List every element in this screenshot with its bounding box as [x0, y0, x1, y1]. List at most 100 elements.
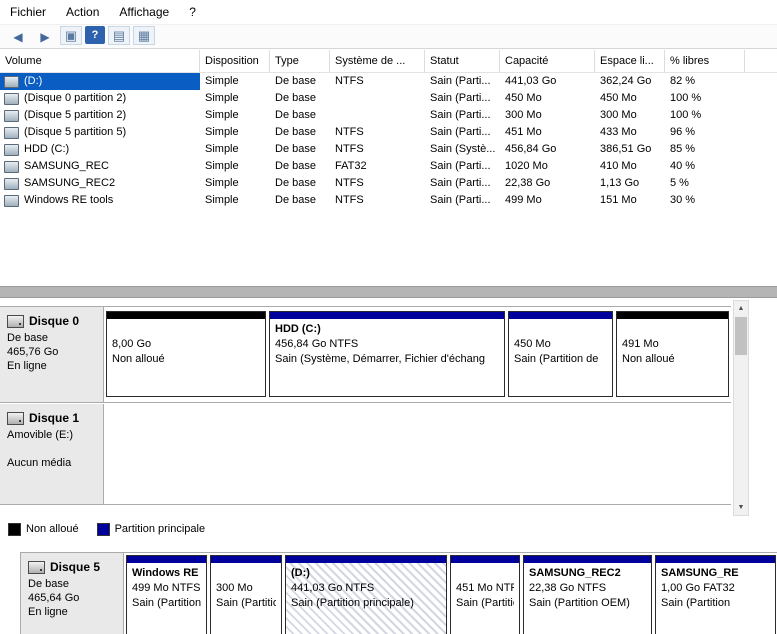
column-header-1[interactable]: Disposition — [200, 50, 270, 72]
column-header-4[interactable]: Statut — [425, 50, 500, 72]
menu-item-help[interactable]: ? — [179, 0, 206, 24]
partition-text: 300 Mo Sain (Partitio — [211, 563, 281, 614]
partition-status: Sain (Partition OEM) — [529, 597, 630, 609]
partition-box[interactable]: HDD (C:) 456,84 Go NTFS Sain (Système, Dém… — [269, 311, 505, 397]
partition-name: (D:) — [291, 567, 310, 579]
table-row[interactable]: (Disque 5 partition 5) Simple De base NTFS S… — [0, 124, 777, 141]
partition-color-bar — [286, 556, 446, 563]
vertical-scrollbar[interactable]: ▲ ▼ — [733, 300, 749, 516]
partitions-area: Windows RE 499 Mo NTFS Sain (Partition 300 … — [124, 553, 777, 634]
partitions-area — [104, 404, 731, 504]
table-row[interactable]: SAMSUNG_REC2 Simple De base NTFS Sain (Parti… — [0, 175, 777, 192]
partition-box[interactable]: SAMSUNG_REC2 22,38 Go NTFS Sain (Partition… — [523, 555, 652, 634]
volume-icon — [4, 92, 19, 105]
partition-text: 491 Mo Non alloué — [617, 319, 728, 370]
menu-item-affichage[interactable]: Affichage — [109, 0, 179, 24]
cell-volume: SAMSUNG_REC2 — [0, 175, 200, 192]
list-view-icon[interactable]: ▤ — [108, 26, 130, 45]
partition-box[interactable]: (D:) 441,03 Go NTFS Sain (Partition princi… — [285, 555, 447, 634]
help-icon[interactable]: ? — [85, 26, 105, 44]
cell-statut: Sain (Parti... — [430, 126, 491, 138]
scroll-up-icon[interactable]: ▲ — [734, 301, 748, 316]
cell-volume: HDD (C:) — [0, 141, 200, 158]
cell-type: De base — [275, 92, 316, 104]
disk-panel-0[interactable]: Disque 0 De base 465,76 Go En ligne — [0, 307, 104, 402]
forward-icon[interactable]: ▶ — [33, 26, 57, 47]
column-header-2[interactable]: Type — [270, 50, 330, 72]
partition-color-bar — [107, 312, 265, 319]
column-header-5[interactable]: Capacité — [500, 50, 595, 72]
partition-color-bar — [127, 556, 206, 563]
disk-panel-1[interactable]: Disque 1 Amovible (E:) Aucun média — [0, 404, 104, 504]
partition-status: Sain (Partition de — [514, 353, 599, 365]
partition-size: 451 Mo NTFS — [456, 582, 514, 594]
cell-libres: 100 % — [670, 109, 702, 121]
cell-capacite: 1020 Mo — [505, 160, 548, 172]
partition-size: 22,38 Go NTFS — [529, 582, 607, 594]
cell-disposition: Simple — [205, 109, 239, 121]
disk-icon — [28, 560, 45, 574]
partitions-area: 8,00 Go Non alloué HDD (C:) 456,84 Go NTFS S… — [104, 307, 731, 402]
cell-libres: 100 % — [670, 92, 702, 104]
cell-statut: Sain (Parti... — [430, 109, 491, 121]
partition-status: Non alloué — [112, 353, 165, 365]
menu-item-fichier[interactable]: Fichier — [0, 0, 56, 24]
console-tree-icon[interactable]: ▣ — [60, 26, 82, 45]
table-row[interactable]: (D:) Simple De base NTFS Sain (Parti... 441,0… — [0, 73, 777, 90]
cell-statut: Sain (Parti... — [430, 194, 491, 206]
cell-espace: 410 Mo — [600, 160, 637, 172]
volume-list-header: Volume Disposition Type Système de ... Statu… — [0, 50, 777, 73]
table-row[interactable]: (Disque 5 partition 2) Simple De base Sain … — [0, 107, 777, 124]
partition-box[interactable]: 491 Mo Non alloué — [616, 311, 729, 397]
table-row[interactable]: (Disque 0 partition 2) Simple De base Sain … — [0, 90, 777, 107]
disk-row-0: Disque 0 De base 465,76 Go En ligne 8,00 Go N… — [0, 306, 731, 403]
legend-item: Non alloué — [8, 522, 79, 536]
cell-libres: 40 % — [670, 160, 696, 172]
disk-panel-disque-5[interactable]: Disque 5 De base 465,64 Go En ligne — [20, 553, 124, 634]
cell-volume: Windows RE tools — [0, 192, 200, 209]
partition-name: SAMSUNG_REC2 — [529, 567, 621, 579]
horizontal-scrollbar[interactable] — [0, 286, 777, 298]
column-header-7[interactable]: % libres — [665, 50, 745, 72]
menu-item-action[interactable]: Action — [56, 0, 109, 24]
graph-view-icon[interactable]: ▦ — [133, 26, 155, 45]
table-row[interactable]: HDD (C:) Simple De base NTFS Sain (Systè... 4… — [0, 141, 777, 158]
partition-size: 499 Mo NTFS — [132, 582, 201, 594]
cell-libres: 30 % — [670, 194, 696, 206]
partition-status: Non alloué — [622, 353, 675, 365]
scrollbar-thumb[interactable] — [735, 317, 747, 355]
scroll-down-icon[interactable]: ▼ — [734, 500, 748, 515]
partition-box[interactable]: SAMSUNG_RE 1,00 Go FAT32 Sain (Partition — [655, 555, 776, 634]
cell-volume: (Disque 0 partition 2) — [0, 90, 200, 107]
cell-capacite: 22,38 Go — [505, 177, 551, 189]
partition-name: HDD (C:) — [275, 323, 321, 335]
partition-box[interactable]: Windows RE 499 Mo NTFS Sain (Partition — [126, 555, 207, 634]
disk-info-line: 465,64 Go — [28, 592, 80, 604]
table-row[interactable]: SAMSUNG_REC Simple De base FAT32 Sain (Parti… — [0, 158, 777, 175]
column-header-3[interactable]: Système de ... — [330, 50, 425, 72]
cell-disposition: Simple — [205, 143, 239, 155]
disk-row-1: Disque 1 Amovible (E:) Aucun média — [0, 404, 731, 505]
partition-box[interactable]: 300 Mo Sain (Partitio — [210, 555, 282, 634]
disk-icon — [7, 314, 24, 328]
column-header-0[interactable]: Volume — [0, 50, 200, 72]
cell-espace: 450 Mo — [600, 92, 637, 104]
partition-text: 451 Mo NTFS Sain (Partition — [451, 563, 519, 614]
partition-box[interactable]: 8,00 Go Non alloué — [106, 311, 266, 397]
cell-fs: NTFS — [335, 177, 364, 189]
back-icon[interactable]: ◀ — [6, 26, 30, 47]
partition-size: 450 Mo — [514, 338, 551, 350]
partition-box[interactable]: 450 Mo Sain (Partition de — [508, 311, 613, 397]
partition-size: 491 Mo — [622, 338, 659, 350]
cell-espace: 300 Mo — [600, 109, 637, 121]
volume-icon — [4, 109, 19, 122]
cell-type: De base — [275, 160, 316, 172]
column-header-6[interactable]: Espace li... — [595, 50, 665, 72]
partition-name — [514, 322, 607, 337]
partition-name — [622, 322, 723, 337]
partition-box[interactable]: 451 Mo NTFS Sain (Partition — [450, 555, 520, 634]
volume-icon — [4, 194, 19, 207]
disk-info-line — [7, 442, 97, 456]
table-row[interactable]: Windows RE tools Simple De base NTFS Sain (P… — [0, 192, 777, 209]
partition-status: Sain (Partition — [132, 597, 201, 609]
